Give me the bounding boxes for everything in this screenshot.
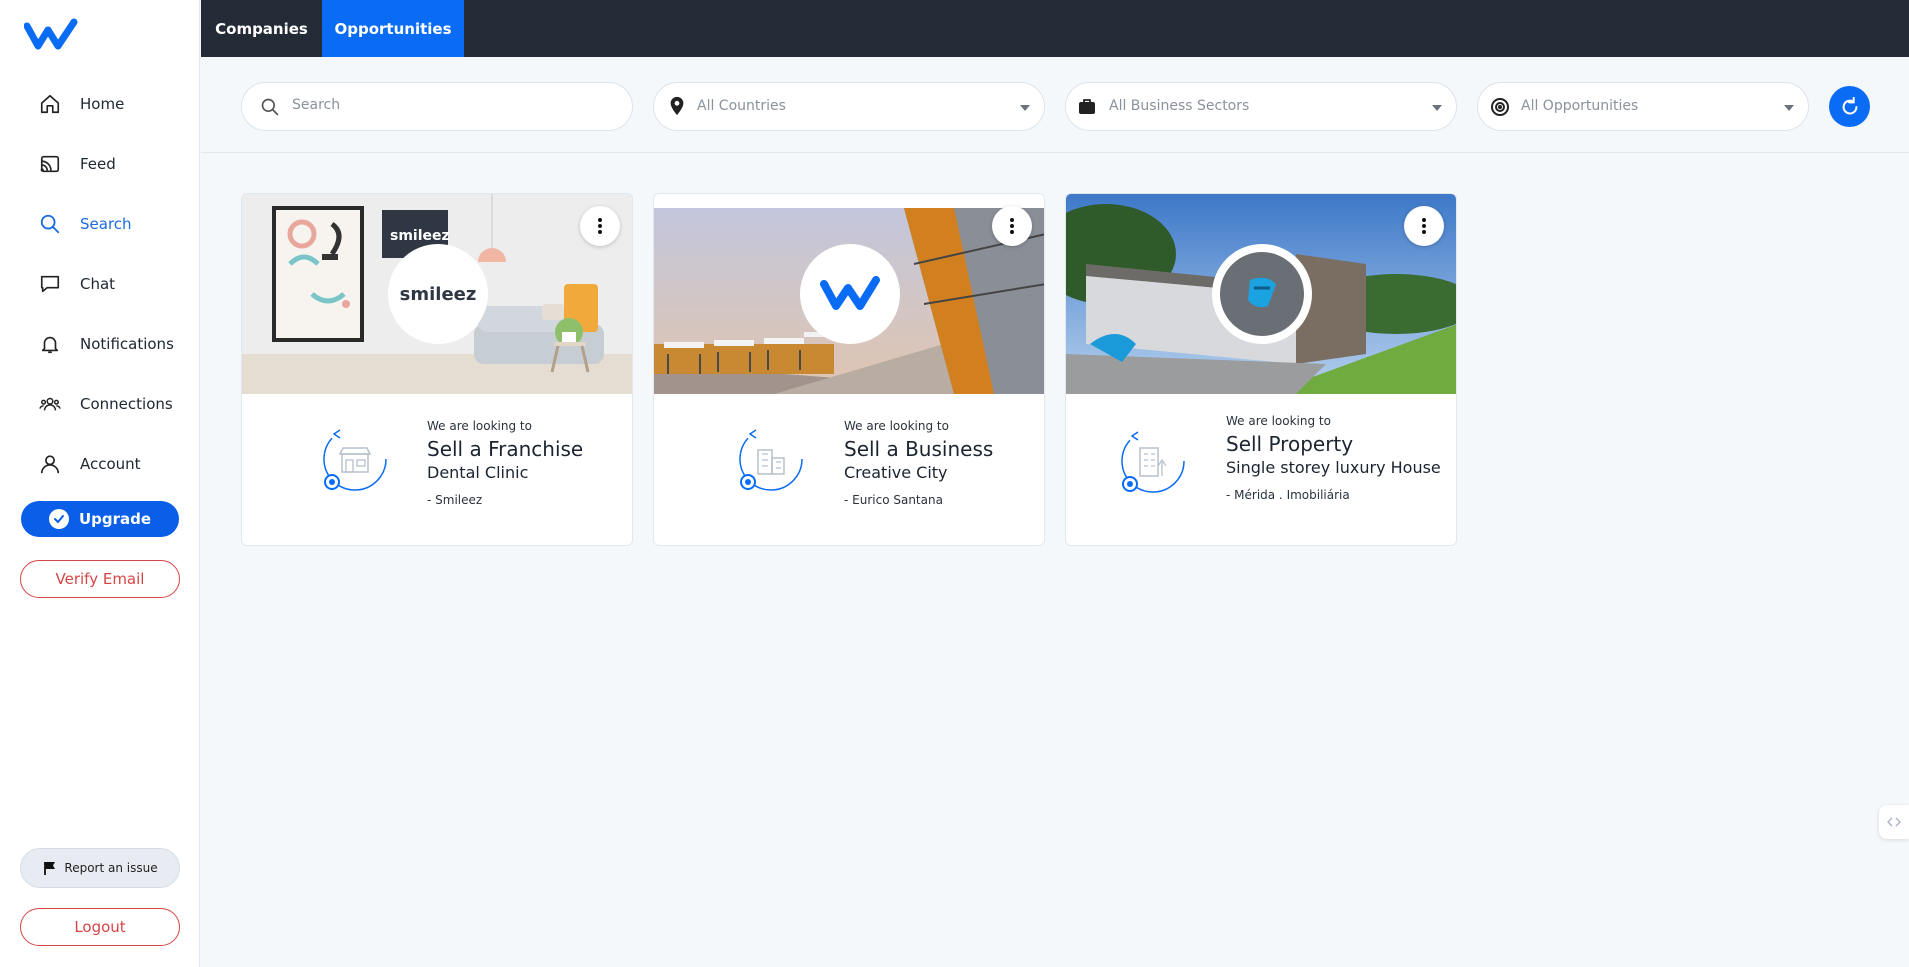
sidebar-item-label: Search — [80, 215, 132, 233]
verify-email-label: Verify Email — [55, 570, 145, 588]
sidebar-item-search[interactable]: Search — [0, 194, 200, 254]
chat-icon — [38, 272, 62, 296]
card-menu-button[interactable] — [580, 206, 620, 246]
svg-text:smileez: smileez — [390, 228, 450, 244]
dropdown-arrow-icon — [1432, 105, 1442, 111]
upgrade-label: Upgrade — [78, 510, 152, 528]
sidebar-item-feed[interactable]: Feed — [0, 134, 200, 194]
tab-companies[interactable]: Companies — [201, 0, 322, 57]
home-icon — [38, 92, 62, 116]
company-logo-text: smileez — [399, 283, 477, 305]
refresh-button[interactable] — [1829, 86, 1870, 127]
search-input[interactable] — [292, 97, 592, 113]
sidebar-item-label: Chat — [80, 275, 116, 293]
sidebar-item-label: Connections — [80, 395, 173, 413]
card-goal: Sell a Business — [844, 437, 994, 461]
brand-logo-icon — [820, 276, 880, 310]
sidebar: Home Feed Search Chat Notifications Conn… — [0, 0, 200, 967]
property-icon — [1121, 429, 1185, 493]
filter-bar: All Countries All Business Sectors All O… — [201, 57, 1909, 153]
company-logo: smileez — [388, 244, 488, 344]
opportunity-card[interactable]: We are looking to Sell Property Single s… — [1065, 193, 1457, 546]
more-vertical-icon — [1422, 218, 1426, 234]
card-owner: - Smileez — [427, 493, 483, 507]
business-icon — [739, 427, 803, 491]
card-kicker: We are looking to — [1226, 414, 1331, 428]
card-text: We are looking to Sell a Franchise Denta… — [427, 419, 627, 507]
flag-icon — [44, 862, 56, 875]
opportunities-select[interactable]: All Opportunities — [1477, 82, 1809, 131]
report-issue-button[interactable]: Report an issue — [20, 848, 180, 888]
brand-logo-icon — [1248, 277, 1276, 308]
franchise-icon — [323, 427, 387, 491]
top-tab-bar: Companies Opportunities — [201, 0, 1909, 65]
card-kicker: We are looking to — [844, 419, 949, 433]
dropdown-arrow-icon — [1020, 105, 1030, 111]
sidebar-item-label: Feed — [80, 155, 116, 173]
opportunity-card[interactable]: smileez smileez We are looking to Sell a… — [241, 193, 633, 546]
people-icon — [38, 392, 62, 416]
tab-opportunities[interactable]: Opportunities — [322, 0, 464, 65]
expand-icon — [1887, 817, 1901, 827]
search-icon — [38, 212, 62, 236]
refresh-icon — [1842, 96, 1857, 114]
card-menu-button[interactable] — [992, 206, 1032, 246]
sidebar-nav: Home Feed Search Chat Notifications Conn… — [0, 74, 200, 494]
card-owner: - Mérida . Imobiliária — [1226, 488, 1350, 502]
country-select[interactable]: All Countries — [653, 82, 1045, 131]
card-menu-button[interactable] — [1404, 206, 1444, 246]
sidebar-item-connections[interactable]: Connections — [0, 374, 200, 434]
card-goal: Sell Property — [1226, 432, 1354, 456]
logout-label: Logout — [74, 918, 126, 936]
tab-label: Opportunities — [334, 19, 452, 38]
sidebar-item-account[interactable]: Account — [0, 434, 200, 494]
opportunity-card[interactable]: We are looking to Sell a Business Creati… — [653, 193, 1045, 546]
card-text: We are looking to Sell a Business Creati… — [844, 419, 1044, 507]
card-title: Single storey luxury House — [1226, 458, 1441, 477]
cast-icon — [38, 152, 62, 176]
location-pin-icon — [668, 96, 686, 120]
report-issue-label: Report an issue — [64, 861, 158, 875]
card-title: Creative City — [844, 463, 948, 482]
sidebar-item-chat[interactable]: Chat — [0, 254, 200, 314]
sidebar-item-label: Home — [80, 95, 125, 113]
tab-label: Companies — [215, 19, 308, 38]
card-goal: Sell a Franchise — [427, 437, 584, 461]
sidebar-item-label: Notifications — [80, 335, 174, 353]
business-sector-select-value: All Business Sectors — [1109, 98, 1250, 114]
app-logo[interactable] — [24, 18, 78, 50]
country-select-value: All Countries — [697, 98, 786, 114]
more-vertical-icon — [1010, 218, 1014, 234]
briefcase-icon — [1078, 97, 1096, 119]
sidebar-item-label: Account — [80, 455, 141, 473]
verify-email-button[interactable]: Verify Email — [20, 560, 180, 598]
bell-icon — [38, 332, 62, 356]
card-text: We are looking to Sell Property Single s… — [1226, 414, 1446, 502]
card-title: Dental Clinic — [427, 463, 529, 482]
logout-button[interactable]: Logout — [20, 908, 180, 946]
dropdown-arrow-icon — [1784, 105, 1794, 111]
user-icon — [38, 452, 62, 476]
upgrade-button[interactable]: Upgrade — [21, 501, 179, 537]
company-logo — [1212, 244, 1312, 344]
target-icon — [1490, 97, 1510, 121]
search-field[interactable] — [241, 82, 633, 131]
business-sector-select[interactable]: All Business Sectors — [1065, 82, 1457, 131]
search-icon — [260, 97, 280, 121]
more-vertical-icon — [598, 218, 602, 234]
sidebar-item-notifications[interactable]: Notifications — [0, 314, 200, 374]
opportunities-select-value: All Opportunities — [1521, 98, 1639, 114]
card-owner: - Eurico Santana — [844, 493, 943, 507]
company-logo — [800, 244, 900, 344]
sidebar-item-home[interactable]: Home — [0, 74, 200, 134]
side-widget-tab[interactable] — [1879, 805, 1909, 839]
check-icon — [48, 509, 69, 529]
card-kicker: We are looking to — [427, 419, 532, 433]
